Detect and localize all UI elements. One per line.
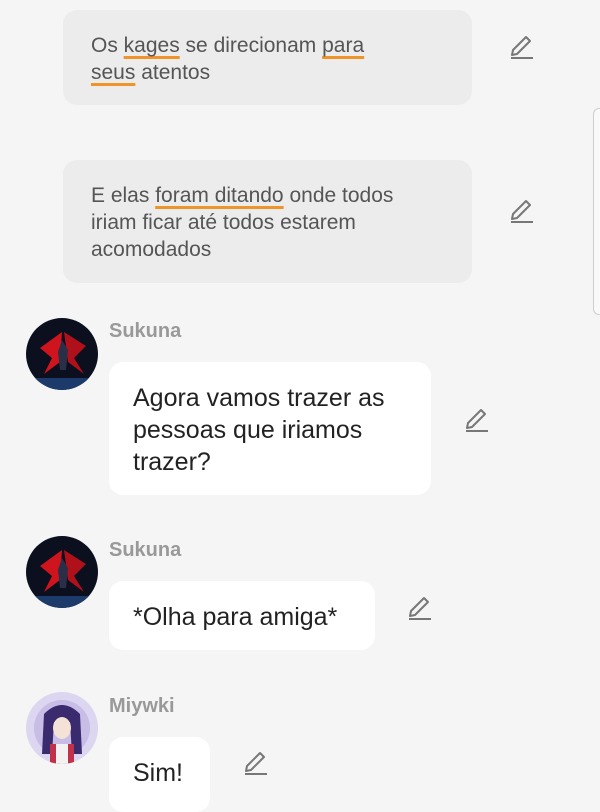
text-segment: E elas <box>91 184 156 207</box>
edit-icon[interactable] <box>406 594 434 622</box>
author-name: Sukuna <box>109 539 182 561</box>
system-message-text: E elas foram ditando onde todos iriam fi… <box>91 182 444 263</box>
message-bubble-1: Agora vamos trazer as pessoas que iriamo… <box>109 362 431 495</box>
text-segment: atentos <box>135 61 211 84</box>
underlined-word: kages <box>123 34 180 57</box>
author-name: Sukuna <box>109 320 182 342</box>
message-bubble-2: *Olha para amiga* <box>109 581 375 650</box>
avatar[interactable] <box>26 318 98 390</box>
message-bubble-3: Sim! <box>109 737 210 812</box>
underlined-word: seus <box>91 61 136 84</box>
system-message-text: Os kages se direcionam para seus atentos <box>91 32 444 86</box>
text-segment: se direcionam <box>179 34 323 57</box>
edit-icon[interactable] <box>463 406 491 434</box>
underlined-word: para <box>322 34 365 57</box>
edit-icon[interactable] <box>508 33 536 61</box>
edit-icon[interactable] <box>508 197 536 225</box>
avatar[interactable] <box>26 536 98 608</box>
message-text: Agora vamos trazer as pessoas que iriamo… <box>133 384 385 476</box>
text-segment: Os <box>91 34 124 57</box>
avatar[interactable] <box>26 692 98 764</box>
system-message-1: Os kages se direcionam para seus atentos <box>63 10 472 105</box>
message-text: *Olha para amiga* <box>133 603 338 631</box>
scrollbar[interactable] <box>593 108 600 315</box>
system-message-2: E elas foram ditando onde todos iriam fi… <box>63 160 472 283</box>
author-name: Miywki <box>109 695 175 717</box>
edit-icon[interactable] <box>242 749 270 777</box>
message-text: Sim! <box>133 759 183 787</box>
underlined-word: foram ditando <box>155 184 284 207</box>
